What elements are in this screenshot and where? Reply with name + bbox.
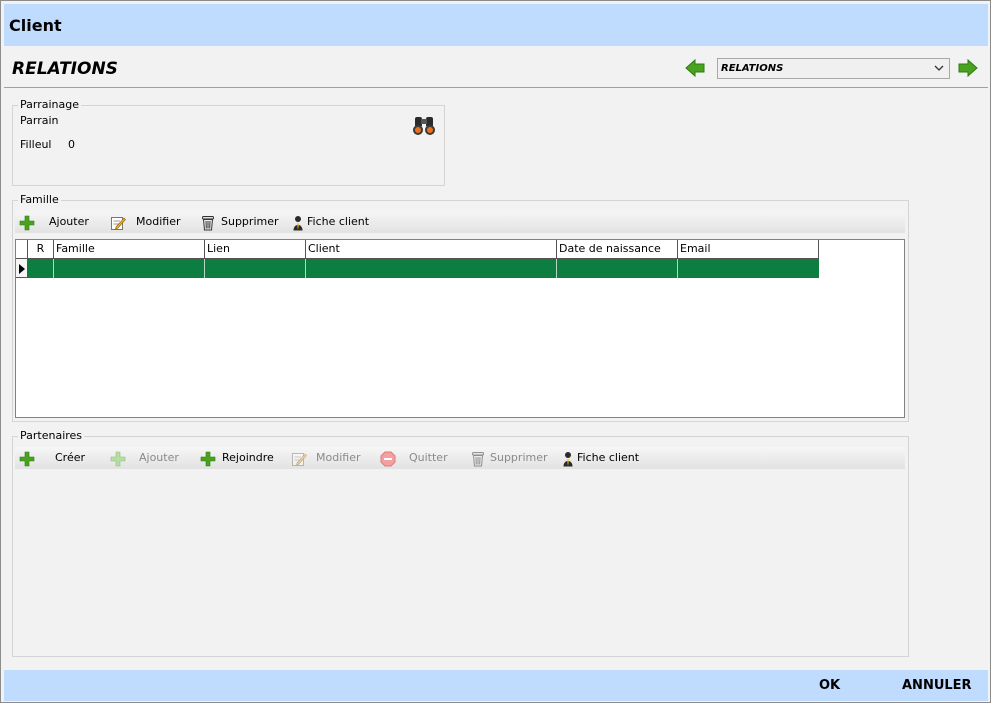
partenaires-client-card-label: Fiche client [577,451,640,464]
header-divider [4,87,988,88]
edit-icon [111,217,126,230]
column-header-email[interactable]: Email [678,240,819,259]
table-cell [54,259,205,278]
partenaires-edit-label: Modifier [316,451,361,464]
chevron-down-icon [934,65,944,71]
plus-icon [19,451,35,467]
column-header-client[interactable]: Client [306,240,557,259]
window-title: Client [9,16,62,35]
trash-icon [202,216,214,231]
arrow-right-icon[interactable] [958,59,978,77]
partenaires-toolbar: Créer Ajouter Rejoindre Modifier Quitter… [15,447,905,469]
famille-table[interactable]: R Famille Lien Client Date de naissance … [15,239,905,418]
partenaires-create-label: Créer [55,451,86,464]
famille-client-card-label: Fiche client [307,215,370,228]
partenaires-legend: Partenaires [18,429,85,443]
parrainage-legend: Parrainage [18,98,81,112]
plus-icon [110,451,126,467]
plus-icon [19,215,35,231]
table-cell [205,259,306,278]
partenaires-quit-label: Quitter [409,451,448,464]
table-cell [678,259,819,278]
row-indicator [16,259,28,278]
filleul-count: 0 [68,138,75,151]
famille-add-label: Ajouter [49,215,89,228]
column-header-indicator [16,240,28,259]
partenaires-delete-label: Supprimer [490,451,548,464]
parrainage-group [12,105,445,186]
page-title: RELATIONS [12,59,118,79]
section-select[interactable]: RELATIONS [717,58,950,79]
parrain-label: Parrain [20,114,59,127]
table-row[interactable] [28,259,819,278]
famille-delete-label: Supprimer [221,215,279,228]
section-select-value: RELATIONS [721,63,784,74]
plus-icon [200,451,216,467]
famille-legend: Famille [18,193,61,207]
column-header-date-de-naissance[interactable]: Date de naissance [557,240,678,259]
filleul-label: Filleul [20,138,52,151]
table-cell [557,259,678,278]
trash-icon [472,452,484,467]
title-bar: Client [4,4,988,46]
arrow-left-icon[interactable] [685,59,705,77]
column-header-famille[interactable]: Famille [54,240,205,259]
partenaires-join-label: Rejoindre [222,451,274,464]
famille-table-header: R Famille Lien Client Date de naissance … [16,240,819,259]
column-header-lien[interactable]: Lien [205,240,306,259]
partenaires-add-label: Ajouter [139,451,179,464]
stop-icon [380,451,396,467]
cancel-button[interactable]: ANNULER [902,678,972,693]
current-row-arrow-icon [19,264,25,274]
famille-toolbar: Ajouter Modifier Supprimer Fiche client [15,211,905,233]
ok-button[interactable]: OK [819,678,840,693]
binoculars-icon[interactable] [411,115,437,137]
column-header-r[interactable]: R [28,240,54,259]
person-icon [563,452,573,467]
client-window: Client RELATIONS RELATIONS Parrainage Pa… [0,0,991,703]
famille-edit-label: Modifier [136,215,181,228]
partenaires-group [12,436,909,657]
person-icon [293,216,303,231]
table-cell [306,259,557,278]
edit-icon [292,453,307,466]
table-cell [28,259,54,278]
footer-bar: OK ANNULER [4,670,988,701]
